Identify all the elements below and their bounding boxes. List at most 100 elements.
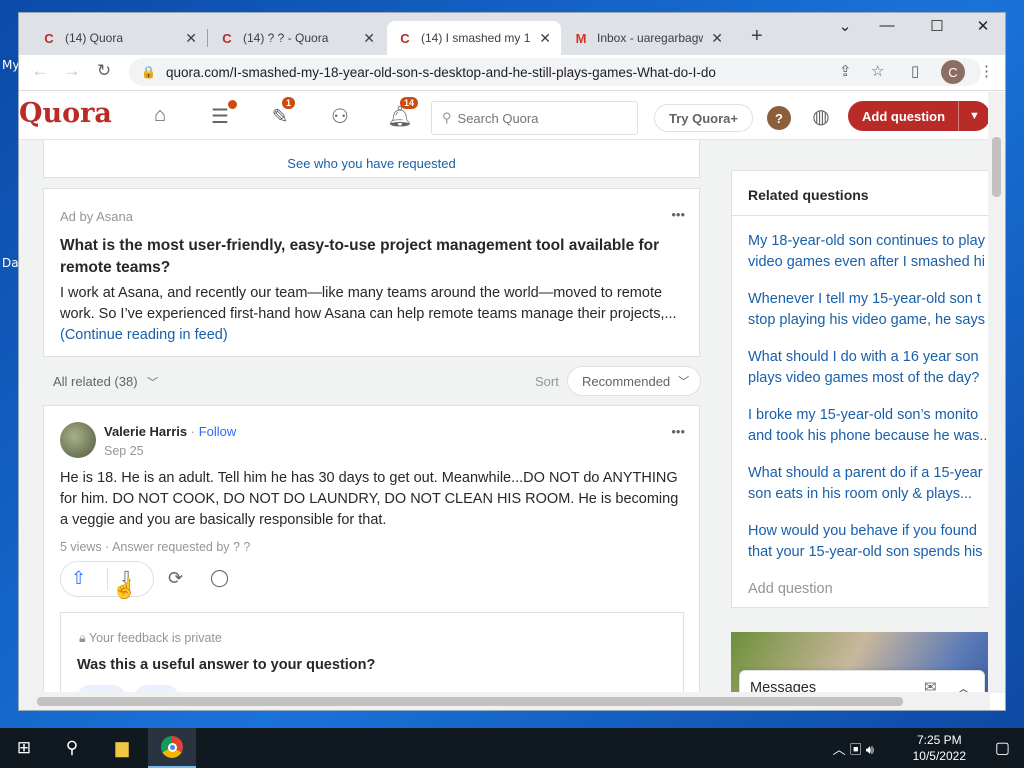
messages-bar[interactable]: Messages ✉ ︿ xyxy=(739,670,985,693)
home-icon[interactable]: ⌂ xyxy=(147,104,173,130)
tab-quora-home[interactable]: C (14) Quora ✕ xyxy=(31,21,207,55)
bookmark-star-icon[interactable]: ☆ xyxy=(871,62,884,80)
related-question-line: that your 15-year-old son spends his xyxy=(748,544,983,560)
feedback-box: 🔒︎ Your feedback is private Was this a u… xyxy=(60,612,684,693)
more-options-icon[interactable]: ••• xyxy=(671,207,685,222)
close-icon[interactable]: ✕ xyxy=(185,30,197,47)
answer-date[interactable]: Sep 25 xyxy=(104,444,144,458)
related-question-line: What should a parent do if a 15-year xyxy=(748,465,983,481)
author-name[interactable]: Valerie Harris xyxy=(104,424,187,439)
scrollbar-thumb[interactable] xyxy=(992,137,1001,197)
desktop-icon-label[interactable]: Da xyxy=(2,256,19,270)
back-arrow-icon[interactable]: ← xyxy=(29,61,51,81)
new-tab-button[interactable]: + xyxy=(751,25,763,48)
comment-icon[interactable]: ◯ xyxy=(210,568,229,588)
related-question-link[interactable]: I broke my 15-year-old son’s monito and t… xyxy=(748,405,990,463)
clock-time: 7:25 PM xyxy=(916,733,962,747)
browser-window: C (14) Quora ✕ C (14) ? ? - Quora ✕ C (1… xyxy=(18,12,1006,711)
ad-card: Ad by Asana ••• What is the most user-fr… xyxy=(43,188,700,357)
ad-body: I work at Asana, and recently our team—l… xyxy=(60,283,690,346)
minimize-button[interactable]: — xyxy=(867,17,907,34)
answer-card: Valerie Harris · Follow Sep 25 ••• He is… xyxy=(43,405,700,693)
ad-headline[interactable]: What is the most user-friendly, easy-to-… xyxy=(60,235,690,279)
file-explorer-icon[interactable]: ▆ xyxy=(98,728,146,768)
forward-arrow-icon[interactable]: → xyxy=(61,61,83,81)
clock[interactable]: 7:25 PM 10/5/2022 xyxy=(913,732,966,764)
related-question-line: I broke my 15-year-old son’s monito xyxy=(748,407,979,423)
related-question-line: and took his phone because he was... xyxy=(748,428,990,444)
sort-label: Sort xyxy=(535,374,559,389)
quora-icon: C xyxy=(44,30,54,46)
sort-dropdown[interactable]: Recommended ﹀ xyxy=(567,366,701,396)
chrome-icon[interactable] xyxy=(148,728,196,768)
windows-start-icon[interactable]: ⊞ xyxy=(0,728,48,768)
related-questions-list: My 18-year-old son continues to play vide… xyxy=(748,231,990,579)
author-avatar[interactable] xyxy=(60,422,96,458)
chevron-up-icon[interactable]: ︿ xyxy=(956,677,971,693)
side-panel-icon[interactable]: ▯ xyxy=(911,62,919,80)
notifications-icon[interactable]: ▢ xyxy=(995,738,1010,758)
tab-title: (14) ? ? - Quora xyxy=(243,31,329,45)
related-question-link[interactable]: Whenever I tell my 15-year-old son t stop… xyxy=(748,289,990,347)
url-text: quora.com/I-smashed-my-18-year-old-son-s… xyxy=(165,64,716,80)
help-icon[interactable]: ? xyxy=(767,106,791,130)
close-window-button[interactable]: ✕ xyxy=(963,17,1003,35)
tab-title: Inbox - uaregarbagw xyxy=(597,31,704,45)
share-repost-icon[interactable]: ⟳ xyxy=(168,568,183,589)
tab-title: (14) Quora xyxy=(65,31,124,45)
search-icon[interactable]: ⚲ xyxy=(48,728,96,768)
url-bar[interactable]: 🔒 quora.com/I-smashed-my-18-year-old-son… xyxy=(129,58,981,86)
vote-divider xyxy=(107,568,108,590)
tab-active-question[interactable]: C (14) I smashed my 18 ✕ xyxy=(387,21,561,55)
share-icon[interactable]: ⇪ xyxy=(839,62,852,80)
feedback-question: Was this a useful answer to your questio… xyxy=(77,657,376,673)
lock-icon: 🔒 xyxy=(141,65,156,79)
taskbar: ⊞ ⚲ ▆ ︿ ▣ 🔊︎ 7:25 PM 10/5/2022 ▢ xyxy=(0,728,1024,768)
answer-meta: 5 views · Answer requested by ? ? xyxy=(60,540,251,554)
related-questions-title: Related questions xyxy=(748,187,869,203)
more-options-icon[interactable]: ••• xyxy=(671,424,685,439)
chevron-down-icon[interactable]: ▼ xyxy=(958,101,990,131)
desktop-icon-label[interactable]: My xyxy=(2,58,19,72)
close-icon[interactable]: ✕ xyxy=(363,30,375,47)
menu-kebab-icon[interactable]: ⋮ xyxy=(979,62,994,80)
upvote-icon[interactable]: ⇧ xyxy=(71,568,86,589)
maximize-button[interactable]: ☐ xyxy=(917,17,957,35)
add-question-button[interactable]: Add question ▼ xyxy=(848,101,990,131)
quora-icon: C xyxy=(400,30,410,46)
chevron-down-icon: ﹀ xyxy=(147,377,159,389)
sort-value: Recommended xyxy=(582,373,671,389)
close-icon[interactable]: ✕ xyxy=(539,30,551,47)
vertical-scrollbar[interactable] xyxy=(988,92,1005,693)
continue-reading-link[interactable]: (Continue reading in feed) xyxy=(60,327,228,343)
related-question-link[interactable]: What should I do with a 16 year son plays… xyxy=(748,347,990,405)
requested-card: See who you have requested xyxy=(43,140,700,178)
tab-quora-question[interactable]: C (14) ? ? - Quora ✕ xyxy=(209,21,385,55)
tab-search-icon[interactable]: ⌄ xyxy=(825,17,865,35)
search-input[interactable] xyxy=(457,110,618,126)
add-question-link[interactable]: Add question xyxy=(748,581,833,597)
try-quora-plus-button[interactable]: Try Quora+ xyxy=(654,104,753,132)
ad-body-text: I work at Asana, and recently our team—l… xyxy=(60,285,677,322)
horizontal-scrollbar[interactable] xyxy=(19,692,990,710)
compose-message-icon[interactable]: ✉ xyxy=(924,678,937,693)
related-question-link[interactable]: My 18-year-old son continues to play vide… xyxy=(748,231,990,289)
system-tray-icons[interactable]: ︿ ▣ 🔊︎ xyxy=(833,739,874,758)
see-requested-link[interactable]: See who you have requested xyxy=(44,156,699,171)
spaces-icon[interactable]: ⚇ xyxy=(327,104,353,130)
profile-avatar[interactable]: C xyxy=(941,60,965,84)
close-icon[interactable]: ✕ xyxy=(711,30,723,47)
related-questions-card: Related questions My 18-year-old son con… xyxy=(731,170,990,608)
related-question-link[interactable]: How would you behave if you found that yo… xyxy=(748,521,990,579)
quora-logo[interactable]: Quora xyxy=(19,98,112,129)
scrollbar-thumb[interactable] xyxy=(37,697,903,706)
related-question-line: How would you behave if you found xyxy=(748,523,977,539)
all-related-dropdown[interactable]: All related (38) ﹀ xyxy=(53,374,158,390)
follow-link[interactable]: Follow xyxy=(199,424,237,439)
search-box[interactable]: ⚲ xyxy=(431,101,638,135)
feedback-private: 🔒︎ Your feedback is private xyxy=(79,631,222,646)
language-globe-icon[interactable]: ◍ xyxy=(808,104,834,130)
tab-gmail-inbox[interactable]: M Inbox - uaregarbagw ✕ xyxy=(563,21,733,55)
reload-icon[interactable]: ↻ xyxy=(93,61,115,81)
related-question-link[interactable]: What should a parent do if a 15-year son … xyxy=(748,463,990,521)
